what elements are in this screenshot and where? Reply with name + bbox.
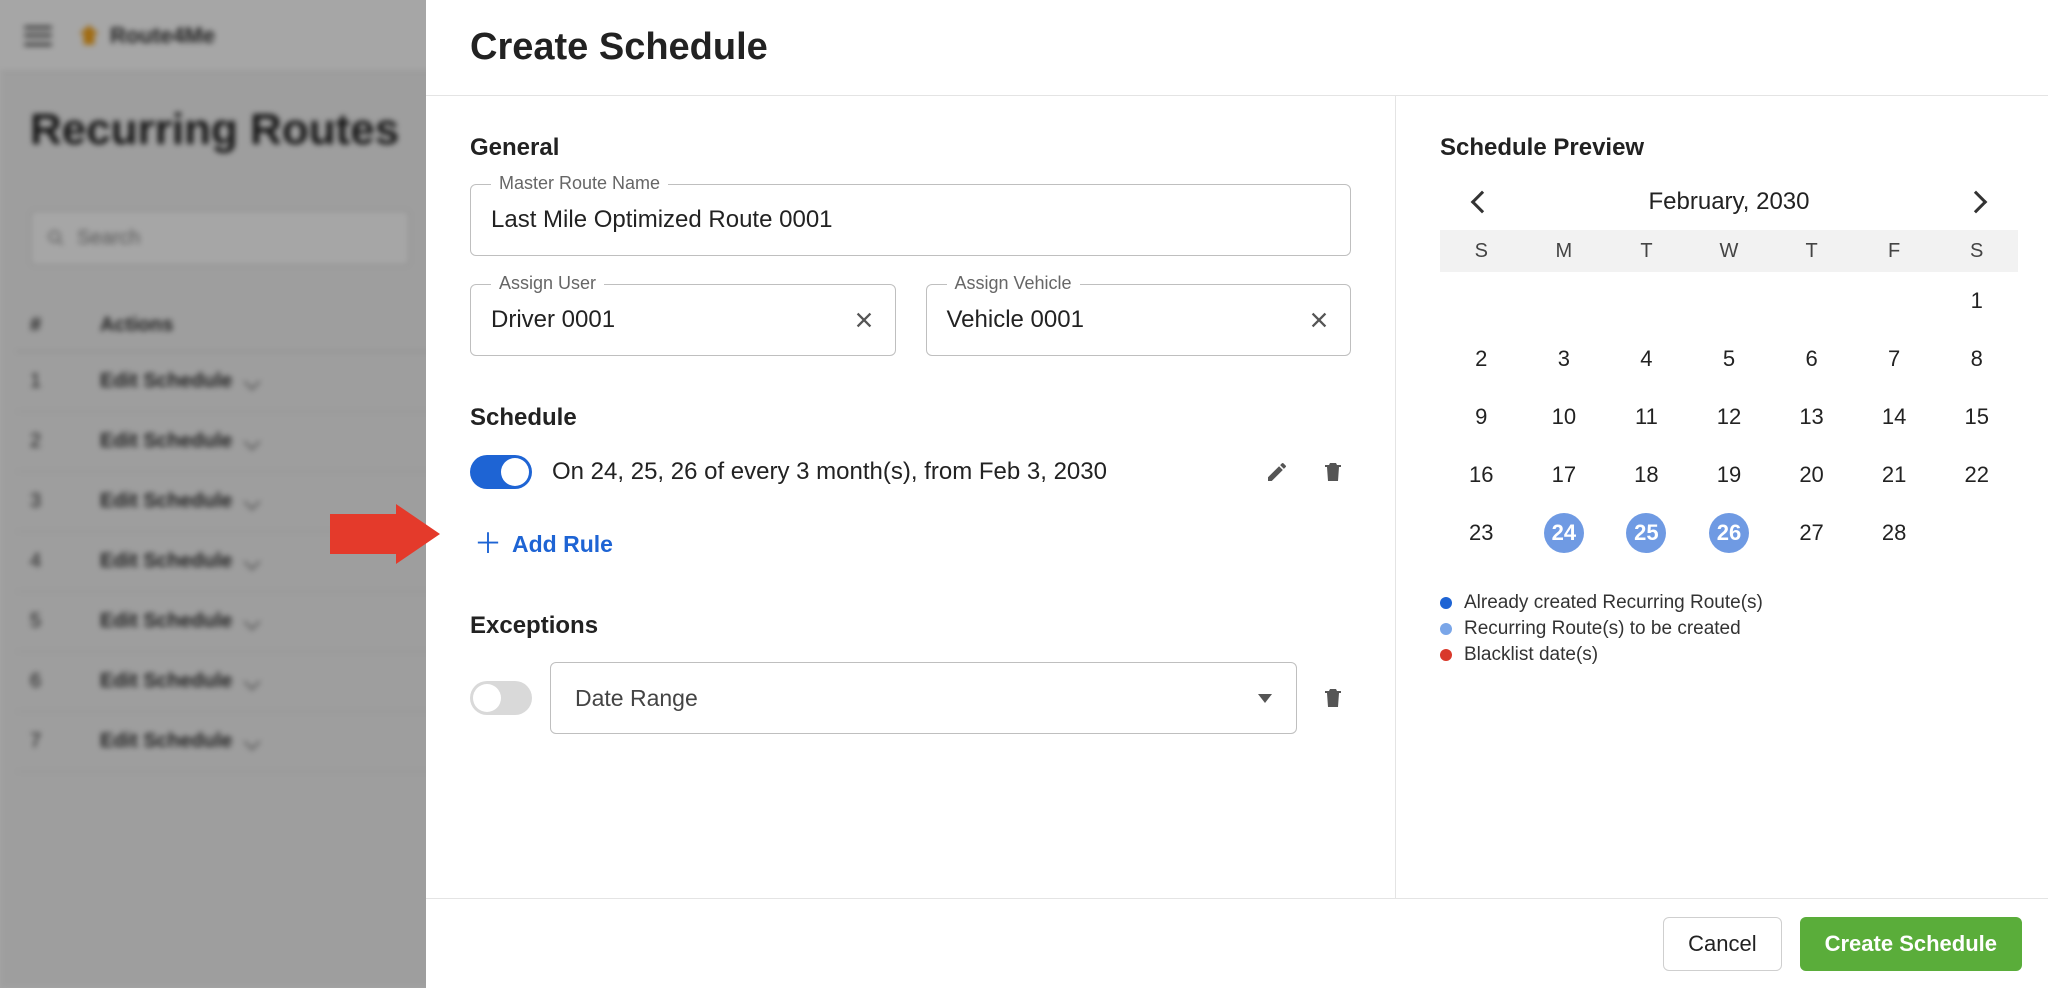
calendar-dow-cell: S (1440, 230, 1523, 272)
calendar-day-cell (1688, 272, 1771, 330)
calendar-dow-cell: S (1935, 230, 2018, 272)
preview-heading: Schedule Preview (1440, 134, 2018, 162)
master-route-name-field[interactable]: Master Route Name Last Mile Optimized Ro… (470, 184, 1351, 256)
rule-text: On 24, 25, 26 of every 3 month(s), from … (552, 458, 1239, 486)
preview-column: Schedule Preview February, 2030 SMTWTFS … (1396, 96, 2048, 898)
calendar-dow-cell: W (1688, 230, 1771, 272)
calendar-day-cell[interactable]: 4 (1605, 330, 1688, 388)
calendar-day-cell[interactable]: 5 (1688, 330, 1771, 388)
calendar-day-cell (1605, 272, 1688, 330)
calendar-day-cell (1523, 272, 1606, 330)
calendar-day-cell[interactable]: 2 (1440, 330, 1523, 388)
calendar-weeks: 1234567891011121314151617181920212223242… (1440, 272, 2018, 562)
create-schedule-modal: Create Schedule General Master Route Nam… (426, 0, 2048, 988)
calendar-day-cell (1935, 504, 2018, 562)
exception-toggle[interactable] (470, 681, 532, 715)
calendar-day-cell[interactable]: 19 (1688, 446, 1771, 504)
calendar-dow-cell: F (1853, 230, 1936, 272)
calendar-day-cell[interactable]: 1 (1935, 272, 2018, 330)
delete-exception-icon[interactable] (1315, 680, 1351, 716)
calendar-dow-cell: T (1770, 230, 1853, 272)
calendar-day-cell[interactable]: 13 (1770, 388, 1853, 446)
calendar-day-cell[interactable]: 7 (1853, 330, 1936, 388)
assign-user-label: Assign User (491, 273, 604, 294)
calendar-day-cell[interactable]: 20 (1770, 446, 1853, 504)
clear-user-icon[interactable] (853, 309, 875, 331)
edit-rule-icon[interactable] (1259, 454, 1295, 490)
clear-vehicle-icon[interactable] (1308, 309, 1330, 331)
calendar-day-cell[interactable]: 17 (1523, 446, 1606, 504)
add-rule-button[interactable]: ＋ Add Rule (470, 524, 1351, 564)
calendar-day-cell[interactable]: 16 (1440, 446, 1523, 504)
calendar-day-cell[interactable]: 12 (1688, 388, 1771, 446)
calendar-prev-icon[interactable] (1471, 191, 1494, 214)
calendar-day-cell[interactable]: 27 (1770, 504, 1853, 562)
create-schedule-button[interactable]: Create Schedule (1800, 917, 2022, 971)
form-column: General Master Route Name Last Mile Opti… (426, 96, 1396, 898)
calendar-day-cell[interactable]: 25 (1605, 504, 1688, 562)
legend-dot-light-icon (1440, 623, 1452, 635)
calendar-header: February, 2030 (1440, 188, 2018, 216)
calendar-day-cell[interactable]: 3 (1523, 330, 1606, 388)
calendar-day-cell[interactable]: 28 (1853, 504, 1936, 562)
assign-user-value: Driver 0001 (491, 306, 853, 334)
calendar-day-cell (1440, 272, 1523, 330)
assign-user-field[interactable]: Assign User Driver 0001 (470, 284, 896, 356)
calendar-month-label: February, 2030 (1649, 188, 1810, 216)
legend-created: Already created Recurring Route(s) (1440, 592, 2018, 614)
assign-vehicle-label: Assign Vehicle (947, 273, 1080, 294)
calendar-legend: Already created Recurring Route(s) Recur… (1440, 592, 2018, 666)
calendar-day-cell[interactable]: 11 (1605, 388, 1688, 446)
calendar-day-cell (1853, 272, 1936, 330)
exception-type-label: Date Range (575, 685, 698, 712)
calendar-dow-cell: T (1605, 230, 1688, 272)
modal-header: Create Schedule (426, 0, 2048, 96)
calendar-grid: SMTWTFS 12345678910111213141516171819202… (1440, 230, 2018, 562)
add-rule-label: Add Rule (512, 531, 613, 558)
schedule-rule-row: On 24, 25, 26 of every 3 month(s), from … (470, 454, 1351, 490)
calendar-day-cell[interactable]: 8 (1935, 330, 2018, 388)
calendar-day-cell[interactable]: 14 (1853, 388, 1936, 446)
calendar-day-cell[interactable]: 26 (1688, 504, 1771, 562)
red-arrow-callout (330, 506, 442, 562)
modal-title: Create Schedule (470, 26, 768, 69)
delete-rule-icon[interactable] (1315, 454, 1351, 490)
chevron-down-icon (1258, 694, 1272, 703)
schedule-heading: Schedule (470, 404, 1351, 432)
cancel-button[interactable]: Cancel (1663, 917, 1781, 971)
calendar-next-icon[interactable] (1965, 191, 1988, 214)
assign-vehicle-field[interactable]: Assign Vehicle Vehicle 0001 (926, 284, 1352, 356)
calendar-day-cell[interactable]: 24 (1523, 504, 1606, 562)
calendar-day-cell[interactable]: 10 (1523, 388, 1606, 446)
calendar-day-cell[interactable]: 9 (1440, 388, 1523, 446)
calendar-day-cell[interactable]: 21 (1853, 446, 1936, 504)
master-route-name-value: Last Mile Optimized Route 0001 (491, 206, 1330, 234)
legend-dot-dark-icon (1440, 597, 1452, 609)
rule-toggle[interactable] (470, 455, 532, 489)
calendar-day-cell[interactable]: 15 (1935, 388, 2018, 446)
calendar-dow-row: SMTWTFS (1440, 230, 2018, 272)
calendar-day-cell[interactable]: 18 (1605, 446, 1688, 504)
modal-footer: Cancel Create Schedule (426, 898, 2048, 988)
plus-icon: ＋ (474, 530, 502, 558)
master-route-name-label: Master Route Name (491, 173, 668, 194)
exceptions-heading: Exceptions (470, 612, 1351, 640)
calendar-day-cell (1770, 272, 1853, 330)
calendar-dow-cell: M (1523, 230, 1606, 272)
legend-blacklist: Blacklist date(s) (1440, 644, 2018, 666)
calendar-day-cell[interactable]: 23 (1440, 504, 1523, 562)
general-heading: General (470, 134, 1351, 162)
modal-body: General Master Route Name Last Mile Opti… (426, 96, 2048, 898)
legend-tobe: Recurring Route(s) to be created (1440, 618, 2018, 640)
calendar-day-cell[interactable]: 6 (1770, 330, 1853, 388)
exception-type-select[interactable]: Date Range (550, 662, 1297, 734)
calendar-day-cell[interactable]: 22 (1935, 446, 2018, 504)
legend-dot-red-icon (1440, 649, 1452, 661)
assign-vehicle-value: Vehicle 0001 (947, 306, 1309, 334)
exception-row: Date Range (470, 662, 1351, 734)
